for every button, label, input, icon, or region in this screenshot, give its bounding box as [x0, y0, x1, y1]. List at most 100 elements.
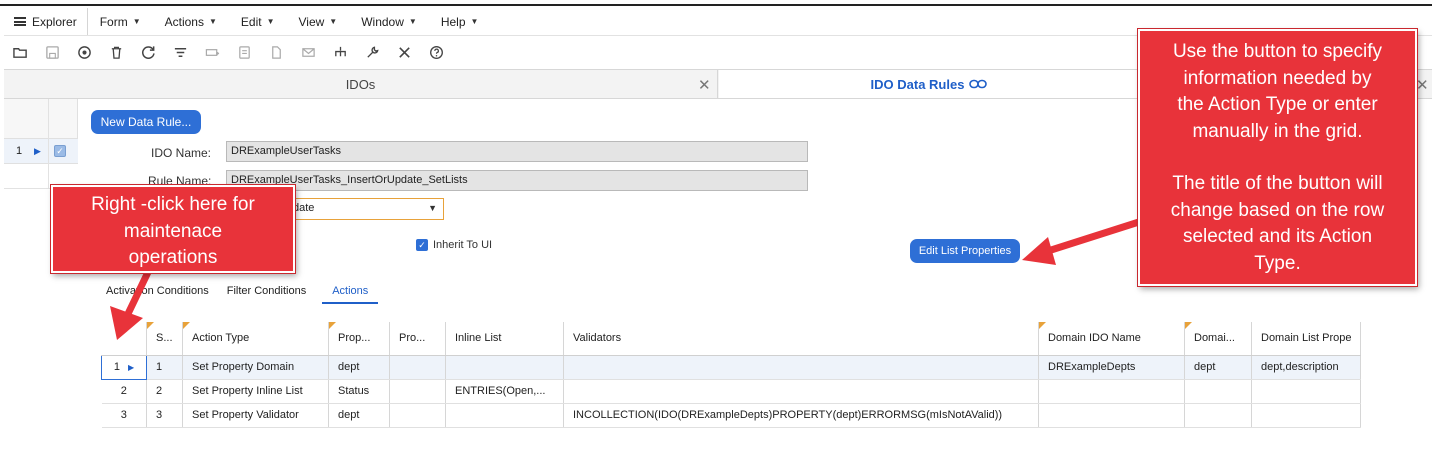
table-cell[interactable]: [1251, 379, 1361, 404]
table-cell[interactable]: [389, 403, 446, 428]
subtabs: Activation Conditions Filter Conditions …: [106, 283, 396, 304]
column-header-action-type[interactable]: Action Type: [182, 322, 329, 356]
refresh-icon[interactable]: [132, 39, 164, 65]
table-row[interactable]: 1 ▶ 1 Set Property Domain dept DRExampleD…: [101, 354, 1361, 380]
wrench-icon[interactable]: [356, 39, 388, 65]
callout-gap: [1140, 145, 1415, 171]
tree-icon[interactable]: [324, 39, 356, 65]
table-cell[interactable]: Set Property Domain: [182, 355, 329, 380]
column-header-inline-list[interactable]: Inline List: [445, 322, 564, 356]
close-icon[interactable]: ✕: [698, 76, 711, 94]
menu-form[interactable]: Form ▼: [88, 8, 153, 35]
gutter-row[interactable]: 1 ▶ ✓: [4, 138, 78, 164]
tab-ido-data-rules-label: IDO Data Rules: [870, 76, 965, 92]
document-icon[interactable]: [260, 39, 292, 65]
table-cell[interactable]: [389, 355, 446, 380]
menu-help-label: Help: [440, 14, 466, 29]
table-cell[interactable]: INCOLLECTION(IDO(DRExampleDepts)PROPERTY…: [563, 403, 1039, 428]
table-cell[interactable]: ENTRIES(Open,...: [445, 379, 564, 404]
table-cell[interactable]: dept: [328, 403, 390, 428]
tab-idos-label: IDOs: [345, 76, 376, 92]
gutter-header: [4, 99, 78, 138]
row-number-cell[interactable]: 3: [101, 403, 147, 428]
table-cell[interactable]: [1184, 403, 1252, 428]
mail-icon[interactable]: [292, 39, 324, 65]
row-pointer-icon: ▶: [127, 363, 135, 372]
action-type-select[interactable]: date ▼: [290, 198, 444, 220]
chevron-down-icon: ▼: [428, 203, 437, 213]
table-cell[interactable]: [1251, 403, 1361, 428]
column-header-rownum: [101, 322, 147, 356]
column-header-domain-property[interactable]: Domai...: [1184, 322, 1252, 356]
row-number-cell[interactable]: 2: [101, 379, 147, 404]
menu-actions[interactable]: Actions ▼: [153, 8, 229, 35]
table-cell[interactable]: [1184, 379, 1252, 404]
column-header-domain-ido-name[interactable]: Domain IDO Name: [1038, 322, 1185, 356]
menu-window[interactable]: Window ▼: [349, 8, 429, 35]
table-cell[interactable]: Status: [328, 379, 390, 404]
grid-header-row: S... Action Type Prop... Pro... Inline L…: [101, 322, 1361, 356]
table-cell[interactable]: [445, 403, 564, 428]
column-header-sequence[interactable]: S...: [146, 322, 183, 356]
tab-filter-conditions[interactable]: Filter Conditions: [227, 283, 306, 304]
filter-icon[interactable]: [164, 39, 196, 65]
chevron-down-icon: ▼: [132, 17, 141, 26]
table-cell[interactable]: [1038, 379, 1185, 404]
save-icon[interactable]: [36, 39, 68, 65]
table-cell[interactable]: [563, 379, 1039, 404]
row-number-cell[interactable]: 1 ▶: [101, 354, 147, 380]
tab-idos[interactable]: IDOs: [4, 70, 718, 98]
link-icon: [969, 79, 988, 89]
plus-circle-icon[interactable]: [68, 39, 100, 65]
table-cell[interactable]: [389, 379, 446, 404]
new-data-rule-button[interactable]: New Data Rule...: [91, 110, 201, 134]
close-icon[interactable]: ✕: [1416, 76, 1429, 94]
menu-view-label: View: [298, 14, 325, 29]
menu-view[interactable]: View ▼: [287, 8, 350, 35]
filter-place-icon[interactable]: [196, 39, 228, 65]
tab-ido-data-rules[interactable]: IDO Data Rules: [719, 70, 1139, 98]
callout-text-line: maintenace: [123, 220, 223, 242]
table-cell[interactable]: dept,description: [1251, 355, 1361, 380]
edit-list-properties-button[interactable]: Edit List Properties: [910, 239, 1020, 263]
tab-actions[interactable]: Actions: [322, 283, 379, 304]
menu-help[interactable]: Help ▼: [429, 8, 491, 35]
ido-name-field[interactable]: DRExampleUserTasks: [226, 141, 808, 162]
callout-text-line: the Action Type or enter: [1177, 94, 1378, 115]
actions-grid: S... Action Type Prop... Pro... Inline L…: [101, 322, 1361, 428]
tab-activation-conditions[interactable]: Activation Conditions: [106, 283, 209, 304]
table-cell[interactable]: Set Property Validator: [182, 403, 329, 428]
menu-edit[interactable]: Edit ▼: [229, 8, 287, 35]
inherit-to-ui-checkbox[interactable]: ✓ Inherit To UI: [416, 239, 492, 251]
row-checkbox[interactable]: ✓: [54, 145, 66, 157]
explorer-menu[interactable]: Explorer: [4, 8, 88, 35]
chevron-down-icon: ▼: [408, 17, 417, 26]
column-header-property[interactable]: Prop...: [328, 322, 390, 356]
table-row[interactable]: 3 3 Set Property Validator dept INCOLLEC…: [101, 403, 1361, 428]
explorer-label: Explorer: [32, 14, 77, 29]
table-cell[interactable]: [445, 355, 564, 380]
table-cell[interactable]: dept: [1184, 355, 1252, 380]
table-cell[interactable]: 3: [146, 403, 183, 428]
delete-icon[interactable]: [100, 39, 132, 65]
top-border: [0, 4, 1432, 6]
callout-edit-button-help: Use the button to specify information ne…: [1138, 29, 1417, 286]
rule-name-field[interactable]: DRExampleUserTasks_InsertOrUpdate_SetLis…: [226, 170, 808, 191]
column-header-validators[interactable]: Validators: [563, 322, 1039, 356]
callout-text-line: Type.: [1254, 252, 1301, 274]
table-row[interactable]: 2 2 Set Property Inline List Status ENTR…: [101, 379, 1361, 404]
tools-icon[interactable]: [388, 39, 420, 65]
menu-form-label: Form: [99, 14, 128, 29]
table-cell[interactable]: 1: [146, 355, 183, 380]
table-cell[interactable]: DRExampleDepts: [1038, 355, 1185, 380]
table-cell[interactable]: [563, 355, 1039, 380]
open-folder-icon[interactable]: [4, 39, 36, 65]
table-cell[interactable]: [1038, 403, 1185, 428]
help-icon[interactable]: [420, 39, 452, 65]
column-header-domain-list-properties[interactable]: Domain List Prope: [1251, 322, 1361, 356]
column-header-property-2[interactable]: Pro...: [389, 322, 446, 356]
table-cell[interactable]: dept: [328, 355, 390, 380]
table-cell[interactable]: Set Property Inline List: [182, 379, 329, 404]
notes-icon[interactable]: [228, 39, 260, 65]
table-cell[interactable]: 2: [146, 379, 183, 404]
